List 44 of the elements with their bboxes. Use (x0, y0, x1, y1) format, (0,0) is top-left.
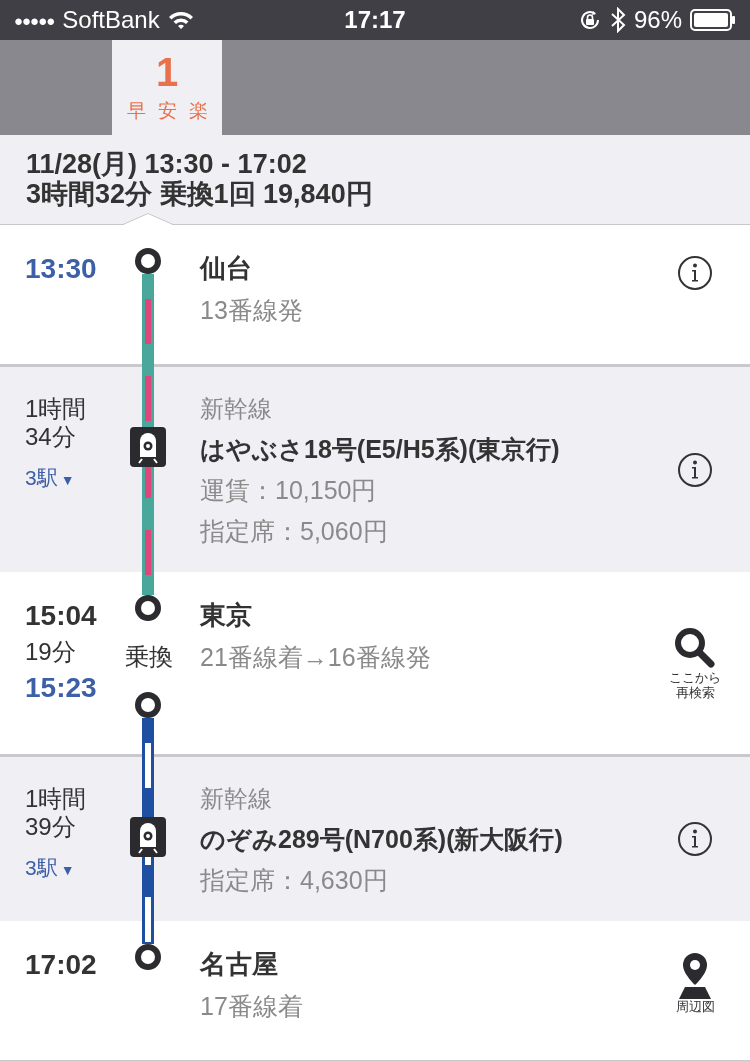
train-category: 新幹線 (200, 394, 273, 424)
carrier-name: SoftBank (62, 6, 160, 34)
stops-toggle[interactable]: 3駅▼ (25, 854, 130, 882)
battery-percent: 96% (633, 6, 682, 34)
station-time: 13:30 (25, 253, 98, 285)
battery-icon (690, 9, 736, 31)
info-icon[interactable] (677, 821, 713, 857)
fare-text: 指定席：5,060円 (200, 516, 389, 547)
wifi-icon (167, 10, 194, 30)
station-name: 仙台 (200, 252, 253, 285)
signal-dots: ●●●●● (14, 11, 55, 29)
train-name: のぞみ289号(N700系)(新大阪行) (200, 824, 564, 855)
arrival-time: 15:04 (25, 600, 98, 632)
ride-duration: 1時間 34分 (25, 395, 88, 451)
info-icon[interactable] (677, 451, 713, 488)
station-dot (135, 692, 161, 718)
transfer-label: 乗換 (125, 641, 173, 672)
map-button[interactable]: 周辺図 (675, 951, 715, 1014)
station-name: 名古屋 (200, 948, 279, 981)
search-from-here-button[interactable]: ここから 再検索 (669, 626, 721, 700)
route-date-time: 11/28(月) 13:30 - 17:02 (26, 149, 308, 179)
train-category: 新幹線 (200, 784, 273, 814)
station-dot (135, 595, 161, 621)
station-time: 17:02 (25, 949, 98, 981)
station-dot (135, 248, 161, 274)
ride-duration: 1時間 39分 (25, 785, 88, 841)
bluetooth-icon (609, 7, 626, 33)
info-icon[interactable] (677, 255, 713, 291)
train-name: はやぶさ18号(E5/H5系)(東京行) (200, 434, 561, 465)
platform-info: 21番線着→16番線発 (200, 642, 432, 673)
departure-time: 15:23 (25, 672, 98, 704)
fare-text: 運賃：10,150円 (200, 475, 378, 506)
platform-info: 17番線着 (200, 991, 304, 1022)
station-name: 東京 (200, 599, 253, 632)
station-dot (135, 944, 161, 970)
wait-time: 19分 (25, 639, 77, 665)
train-icon (130, 427, 166, 467)
route-totals: 3時間32分 乗換1回 19,840円 (26, 179, 374, 209)
search-icon (673, 626, 717, 670)
platform-info: 13番線発 (200, 295, 304, 326)
fare-text: 指定席：4,630円 (200, 865, 389, 896)
stops-toggle[interactable]: 3駅▼ (25, 464, 130, 492)
train-icon (130, 817, 166, 857)
clock-time: 17:17 (344, 6, 406, 34)
